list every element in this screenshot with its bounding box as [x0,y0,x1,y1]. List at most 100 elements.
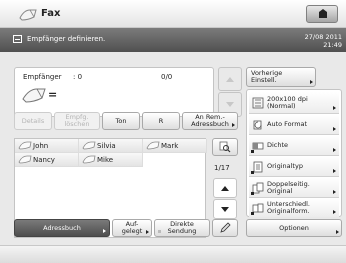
different-sizes-line-2: Originalform. [267,207,310,215]
details-button[interactable]: Details [14,112,52,130]
arrow-right-icon [333,210,336,214]
addressbook-label: Adressbuch [43,224,81,232]
addressbook-button[interactable]: Adressbuch [14,219,110,237]
fax-icon [18,141,32,150]
auto-format-label: Auto Format [267,120,308,128]
contact-name: Nancy [33,155,55,164]
details-label: Details [21,116,45,125]
different-sizes-setting[interactable]: Unterschiedl. Originalform. [249,199,339,217]
tone-button[interactable]: Ton [102,112,140,130]
app-title: Fax [41,8,61,19]
original-type-label: Originaltyp [267,162,303,170]
bullet-icon [251,150,254,153]
contacts-scroll-down-button[interactable] [213,199,237,219]
contact-name: Mark [161,141,179,150]
arrow-right-icon [336,230,339,234]
tone-label: Ton [115,116,127,125]
message-icon [13,35,22,43]
recipient-fraction: 0/0 [161,73,173,81]
settings-panel: 200x100 dpi (Normal) Auto Format Dichte [246,89,342,217]
arrow-right-icon [333,190,336,194]
contact-nancy[interactable]: Nancy [15,153,79,167]
up-arrow-icon [226,76,234,82]
two-sided-line-2: Original [267,186,293,195]
contact-name: John [33,141,49,150]
down-arrow-icon [226,102,234,107]
resolution-setting[interactable]: 200x100 dpi (Normal) [249,92,339,114]
arrow-right-icon [310,80,313,84]
recipient-value: = [48,88,58,101]
bullet-icon [251,212,254,215]
edit-button[interactable] [212,219,238,237]
arrow-right-icon [333,106,336,110]
two-sided-setting[interactable]: Doppelseitig. Original [249,178,339,198]
status-date: 27/08 2011 [304,33,342,41]
delete-recipient-button[interactable]: Empfg. löschen [54,112,100,130]
options-button[interactable]: Optionen [246,219,342,237]
fax-icon [82,155,96,164]
fax-icon [19,9,37,21]
contact-mike[interactable]: Mike [79,153,143,167]
auto-format-setting[interactable]: Auto Format [249,115,339,135]
arrow-right-icon [146,230,149,234]
resolution-icon [249,97,267,109]
status-message: Empfänger definieren. [27,35,106,43]
recipient-label: Empfänger [23,73,62,81]
direct-send-button[interactable]: Direkte Sendung [154,219,210,237]
resolution-label: 200x100 dpi (Normal) [267,95,308,110]
checkbox-indicator [158,230,161,233]
pencil-icon [220,222,231,233]
main-area: Empfänger : 0 0/0 = Details Empfg. lösch… [0,52,346,263]
previous-settings-label-2: Einstell. [251,76,277,84]
search-icon [219,141,231,153]
bullet-icon [251,192,254,195]
recipient-box[interactable]: Empfänger : 0 0/0 = [14,67,214,117]
title-bar: Fax [0,0,346,28]
bottom-strip [0,245,346,263]
remote-addressbook-label-2: Adressbuch [191,120,229,128]
previous-settings-button[interactable]: Vorherige Einstell. [246,67,316,87]
delete-label-2: löschen [64,120,90,128]
recipient-count: : 0 [73,73,83,81]
two-sided-label: Doppelseitig. Original [267,180,310,195]
options-label: Optionen [279,223,309,232]
bullet-icon [251,171,254,174]
main-menu-button[interactable] [306,5,338,23]
arrow-right-icon [103,229,106,233]
different-sizes-label: Unterschiedl. Originalform. [267,201,310,215]
arrow-right-icon [333,148,336,152]
contact-mark[interactable]: Mark [143,139,207,153]
contact-john[interactable]: John [15,139,79,153]
up-arrow-icon [221,185,229,191]
contact-silvia[interactable]: Silvia [79,139,143,153]
recipient-scroll-up-button[interactable] [218,67,242,91]
fax-icon [82,141,96,150]
recipient-fax-icon [22,88,46,103]
status-time: 21:49 [323,41,342,49]
arrow-right-icon [333,127,336,131]
original-type-setting[interactable]: Originaltyp [249,157,339,177]
density-setting[interactable]: Dichte [249,136,339,156]
fax-icon [146,141,160,150]
resolution-line-2: (Normal) [267,101,296,110]
down-arrow-icon [221,206,229,212]
remote-addressbook-button[interactable]: An Rem.- Adressbuch [182,112,238,130]
search-contact-button[interactable] [212,138,238,156]
auto-format-icon [249,119,267,131]
main-menu-icon [319,9,327,18]
contacts-scroll-up-button[interactable] [213,178,237,198]
fax-icon [18,155,32,164]
status-bar: Empfänger definieren. 27/08 2011 21:49 [0,28,346,52]
on-hook-button[interactable]: Auf- gelegt [112,219,152,237]
on-hook-label-2: gelegt [121,227,143,235]
r-label: R [158,116,164,125]
direct-send-label-2: Sendung [167,227,197,235]
density-icon [249,141,267,151]
contact-name: Mike [97,155,114,164]
density-label: Dichte [267,141,289,149]
contact-name: Silvia [97,141,116,150]
page-indicator: 1/17 [214,164,230,172]
arrow-right-icon [232,123,235,127]
date-time: 27/08 2011 21:49 [305,33,342,49]
r-button[interactable]: R [142,112,180,130]
